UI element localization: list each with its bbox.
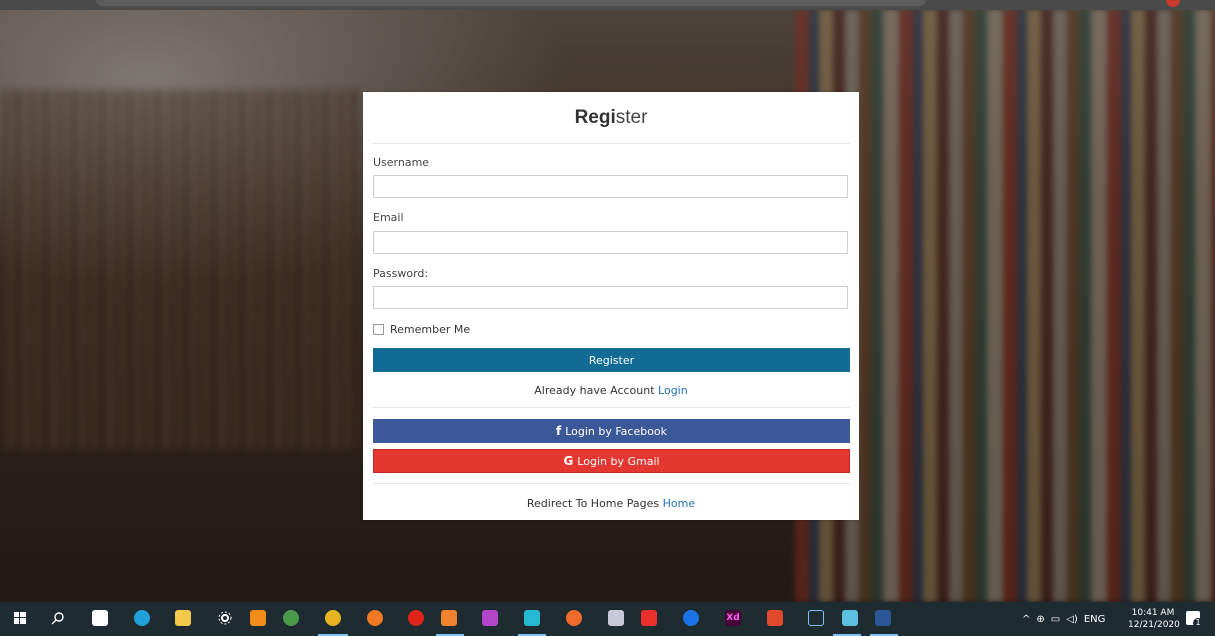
system-tray: ^ ⊕ ▭ ◁) ENG (1022, 602, 1105, 636)
login-link[interactable]: Login (658, 384, 688, 397)
remember-checkbox[interactable] (373, 324, 384, 335)
register-button[interactable]: Register (373, 348, 850, 372)
notification-icon[interactable]: 1 (1186, 611, 1203, 628)
gmail-login-label: Login by Gmail (577, 454, 660, 468)
email-label: Email (373, 211, 404, 224)
profile-icon[interactable] (1166, 0, 1180, 7)
file-explorer-icon[interactable] (175, 610, 191, 626)
chrome-icon[interactable] (325, 610, 341, 626)
register-title: Register (363, 107, 859, 129)
phpstorm-icon[interactable] (482, 610, 498, 626)
volume-icon[interactable]: ◁) (1066, 614, 1078, 625)
username-label: Username (373, 156, 430, 169)
taskbar: Xd ^ ⊕ ▭ ◁) ENG 10:41 AM 12/21/2020 1 (0, 602, 1215, 636)
facebook-login-button[interactable]: f Login by Facebook (373, 419, 850, 443)
divider (373, 483, 850, 484)
redirect-prefix: Redirect To Home Pages (526, 497, 663, 510)
remember-me[interactable]: Remember Me (373, 323, 470, 336)
title-bold: Regi (574, 107, 616, 128)
webstorm-icon[interactable] (524, 610, 540, 626)
search-icon[interactable] (50, 610, 66, 626)
virtualbox-icon[interactable] (842, 610, 858, 626)
battery-icon[interactable]: ▭ (1051, 614, 1060, 625)
home-link[interactable]: Home (663, 497, 695, 510)
sublime-text-icon[interactable] (441, 610, 457, 626)
firefox-icon[interactable] (367, 610, 383, 626)
anydesk-icon[interactable] (641, 610, 657, 626)
opera-icon[interactable] (408, 610, 424, 626)
already-account-text: Already have Account Login (363, 384, 859, 397)
chevron-up-icon[interactable]: ^ (1022, 614, 1030, 625)
language-indicator[interactable]: ENG (1084, 614, 1106, 625)
paint-icon[interactable] (608, 610, 624, 626)
password-input[interactable] (373, 286, 848, 309)
start-icon[interactable] (12, 610, 28, 626)
address-bar[interactable] (96, 0, 926, 6)
notification-count: 1 (1193, 618, 1203, 628)
network-icon[interactable]: ⊕ (1036, 614, 1044, 625)
word-icon[interactable] (875, 610, 891, 626)
google-icon: G (563, 454, 574, 468)
eclipse-icon[interactable] (808, 610, 824, 626)
password-label: Password: (373, 267, 429, 280)
account-prefix: Already have Account (534, 384, 659, 397)
edge-icon[interactable] (134, 610, 150, 626)
postman-icon[interactable] (566, 610, 582, 626)
username-input[interactable] (373, 175, 848, 198)
remember-label: Remember Me (390, 323, 471, 336)
clock-time: 10:41 AM (1131, 608, 1175, 618)
heidisql-icon[interactable] (283, 610, 299, 626)
teamviewer-icon[interactable] (683, 610, 699, 626)
settings-icon[interactable] (217, 610, 233, 626)
clock-date: 12/21/2020 (1128, 620, 1180, 630)
divider (373, 143, 850, 144)
mail-icon[interactable] (92, 610, 108, 626)
gmail-login-button[interactable]: G Login by Gmail (373, 449, 850, 473)
browser-top-strip (0, 0, 1215, 10)
register-card: Register Username Email Password: Rememb… (363, 92, 859, 520)
xampp-icon[interactable] (250, 610, 266, 626)
divider (373, 407, 850, 408)
title-light: ster (615, 107, 648, 128)
facebook-icon: f (555, 424, 562, 438)
email-input[interactable] (373, 231, 848, 254)
clock[interactable]: 10:41 AM 12/21/2020 (1128, 607, 1180, 631)
redirect-text: Redirect To Home Pages Home (363, 497, 859, 510)
adobe-xd-icon[interactable]: Xd (725, 610, 741, 626)
facebook-login-label: Login by Facebook (565, 424, 668, 438)
codeigniter-icon[interactable] (767, 610, 783, 626)
